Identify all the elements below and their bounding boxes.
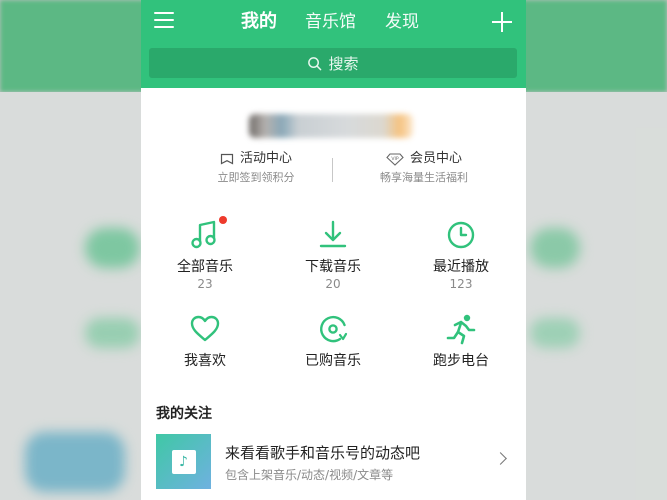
grid-item-all-music[interactable]: 全部音乐 23: [141, 216, 269, 291]
grid-item-label: 我喜欢: [184, 353, 226, 369]
search-icon: [308, 56, 322, 70]
follow-thumbnail: ♪: [156, 434, 211, 489]
plus-icon[interactable]: [492, 12, 512, 32]
profile-section: 活动中心 立即签到领积分 VIP 会员中心 畅享海量生活福利: [141, 88, 526, 198]
clock-icon: [444, 218, 478, 252]
menu-icon[interactable]: [154, 12, 174, 30]
grid-item-download[interactable]: 下载音乐 20: [269, 218, 397, 291]
grid-item-label: 跑步电台: [433, 353, 489, 369]
grid-item-label: 全部音乐: [177, 259, 233, 275]
divider: [332, 158, 333, 182]
music-note-icon: [188, 216, 227, 252]
tab-mine[interactable]: 我的: [241, 11, 277, 33]
search-placeholder: 搜索: [328, 54, 359, 73]
grid-item-count: 20: [325, 277, 341, 291]
grid-item-label: 最近播放: [433, 259, 489, 275]
top-bar: 我的 音乐馆 发现 搜索: [141, 0, 526, 88]
grid-item-favorites[interactable]: 我喜欢: [141, 312, 269, 370]
heart-icon: [188, 312, 222, 346]
running-icon: [444, 312, 478, 346]
grid-item-purchased[interactable]: 已购音乐: [269, 312, 397, 370]
activity-center-subtitle: 立即签到领积分: [217, 171, 295, 184]
grid-item-count: 123: [449, 277, 473, 291]
music-note-icon: ♪: [171, 449, 196, 474]
follow-item-subtitle: 包含上架音乐/动态/视频/文章等: [225, 468, 394, 482]
member-center[interactable]: VIP 会员中心 畅享海量生活福利: [359, 150, 489, 185]
member-center-subtitle: 畅享海量生活福利: [380, 171, 468, 184]
grid-item-count: 23: [197, 277, 213, 291]
tab-discover[interactable]: 发现: [385, 11, 419, 33]
activity-center-title: 活动中心: [239, 151, 292, 166]
vip-diamond-icon: VIP: [386, 152, 404, 166]
tab-music-hall[interactable]: 音乐馆: [305, 11, 356, 33]
grid-item-label: 下载音乐: [305, 259, 361, 275]
grid-item-label: 已购音乐: [305, 353, 361, 369]
member-center-title: 会员中心: [409, 151, 462, 166]
flag-icon: [220, 153, 234, 164]
purchased-disc-icon: [316, 312, 350, 346]
vip-badge-text: VIP: [391, 156, 398, 162]
phone-screen: 我的 音乐馆 发现 搜索 活动中心 立即签到领积分 VIP 会员中心 畅享海量生…: [141, 0, 526, 500]
grid-item-running-radio[interactable]: 跑步电台: [397, 312, 525, 370]
grid-item-recent[interactable]: 最近播放 123: [397, 218, 525, 291]
notification-dot: [219, 216, 227, 224]
search-bar[interactable]: 搜索: [149, 48, 517, 78]
follow-item[interactable]: ♪ 来看看歌手和音乐号的动态吧 包含上架音乐/动态/视频/文章等: [141, 432, 526, 492]
nav-bar: 我的 音乐馆 发现: [141, 0, 526, 46]
follow-section-title: 我的关注: [156, 406, 212, 422]
download-icon: [316, 218, 350, 252]
chevron-right-icon: [494, 452, 507, 465]
follow-item-title: 来看看歌手和音乐号的动态吧: [225, 444, 421, 462]
blurred-username[interactable]: [249, 114, 413, 138]
activity-center[interactable]: 活动中心 立即签到领积分: [191, 150, 321, 185]
